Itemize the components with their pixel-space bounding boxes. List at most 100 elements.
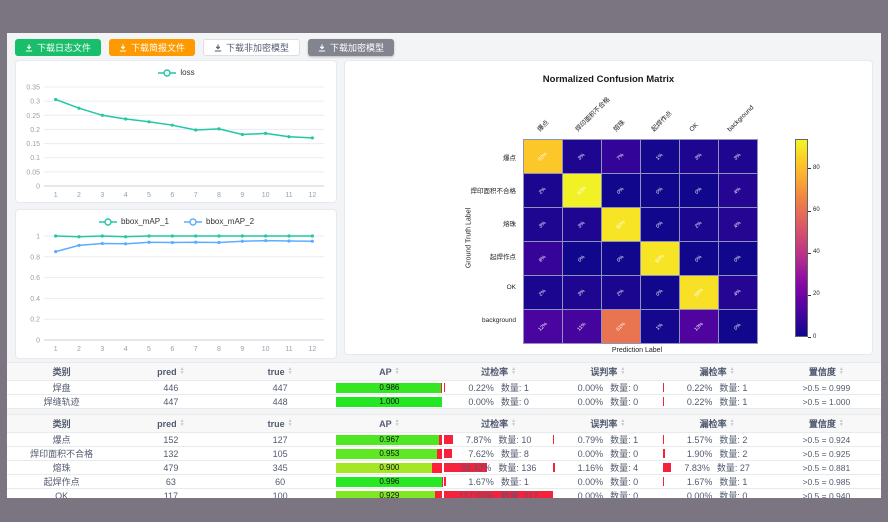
matrix-cell-value: 8% <box>538 254 547 263</box>
svg-text:2: 2 <box>77 346 81 353</box>
sort-icon[interactable]: ▲▼ <box>511 368 516 375</box>
col-header-ap[interactable]: AP▲▼ <box>335 415 444 432</box>
matrix-cell-value: 4% <box>733 186 742 195</box>
sort-icon[interactable]: ▲▼ <box>620 420 625 427</box>
cell-false-rate: 0.00%数量: 0 <box>553 381 662 394</box>
col-header-over[interactable]: 过检率▲▼ <box>444 415 553 432</box>
map-chart-card: bbox_mAP_1bbox_mAP_2 00.20.40.60.8112345… <box>15 209 337 359</box>
cell-over-rate: 117.00%数量: 117 <box>444 489 553 498</box>
legend-item-loss[interactable]: loss <box>157 68 194 78</box>
matrix-title: Normalized Confusion Matrix <box>345 74 872 85</box>
matrix-cell: 89% <box>680 276 718 309</box>
sort-icon[interactable]: ▲▼ <box>288 420 293 427</box>
svg-text:6: 6 <box>170 192 174 199</box>
colorbar-tick-label: 60 <box>813 207 820 213</box>
download-button-4[interactable]: 下载加密模型 <box>308 39 394 56</box>
legend-item-bbox_mAP_2[interactable]: bbox_mAP_2 <box>183 217 254 227</box>
sort-icon[interactable]: ▲▼ <box>395 368 400 375</box>
sort-icon[interactable]: ▲▼ <box>839 368 844 375</box>
svg-text:1: 1 <box>36 234 40 241</box>
cell-miss-rate: 7.83%数量: 27 <box>663 461 772 474</box>
matrix-cell: 0% <box>719 242 757 275</box>
sort-icon[interactable]: ▲▼ <box>180 420 185 427</box>
matrix-row-label: OK <box>345 284 516 291</box>
matrix-cell-value: 0% <box>733 322 742 331</box>
matrix-col-label: 爆点 <box>536 119 551 134</box>
col-header-mis[interactable]: 误判率▲▼ <box>553 415 662 432</box>
table-header-row: 类别pred▲▼true▲▼AP▲▼过检率▲▼误判率▲▼漏检率▲▼置信度▲▼ <box>7 363 881 381</box>
rate-count: 数量: 117 <box>501 489 538 498</box>
sort-icon[interactable]: ▲▼ <box>511 420 516 427</box>
cell-miss-rate: 1.67%数量: 1 <box>663 475 772 488</box>
col-header-ap[interactable]: AP▲▼ <box>335 363 444 380</box>
rate-count: 数量: 1 <box>610 433 638 446</box>
svg-text:6: 6 <box>170 346 174 353</box>
matrix-cell: 3% <box>524 208 562 241</box>
col-header-label: 类别 <box>53 417 71 430</box>
ap-bar: 0.929 <box>336 491 442 499</box>
rate-percent: 0.00% <box>578 383 604 393</box>
col-header-label: 置信度 <box>809 417 836 430</box>
matrix-row-label: 爆点 <box>345 152 516 162</box>
matrix-cell: 0% <box>641 174 679 207</box>
matrix-cell: 2% <box>602 276 640 309</box>
matrix-cell: 2% <box>680 208 718 241</box>
matrix-cell: 4% <box>719 174 757 207</box>
desktop-background: 下载日志文件下载简报文件下载非加密模型下载加密模型 loss 00.050.10… <box>0 0 888 522</box>
table-row: 爆点1521270.9677.87%数量: 100.79%数量: 11.57%数… <box>7 433 881 447</box>
col-header-mis[interactable]: 误判率▲▼ <box>553 363 662 380</box>
col-header-label: 误判率 <box>590 365 617 378</box>
map-chart-svg: 00.20.40.60.81123456789101112 <box>16 230 334 353</box>
sort-icon[interactable]: ▲▼ <box>730 368 735 375</box>
col-header-conf[interactable]: 置信度▲▼ <box>772 415 881 432</box>
rate-percent: 0.00% <box>578 477 604 487</box>
matrix-cell: 0% <box>641 276 679 309</box>
sort-icon[interactable]: ▲▼ <box>180 368 185 375</box>
rate-percent: 0.00% <box>687 491 713 499</box>
svg-text:7: 7 <box>194 192 198 199</box>
col-header-true[interactable]: true▲▼ <box>226 363 335 380</box>
ap-value: 0.953 <box>336 449 442 459</box>
colorbar-tick-label: 80 <box>813 165 820 171</box>
col-header-conf[interactable]: 置信度▲▼ <box>772 363 881 380</box>
col-header-label: 漏检率 <box>700 417 727 430</box>
download-button-3[interactable]: 下载非加密模型 <box>203 39 300 56</box>
matrix-cell: 3% <box>563 208 601 241</box>
left-chart-column: loss 00.050.10.150.20.250.30.35123456789… <box>15 60 337 355</box>
matrix-cell-value: 7% <box>616 152 625 161</box>
sort-icon[interactable]: ▲▼ <box>288 368 293 375</box>
toolbar: 下载日志文件下载简报文件下载非加密模型下载加密模型 <box>7 33 881 59</box>
loss-chart-svg: 00.050.10.150.20.250.30.3512345678910111… <box>16 81 334 199</box>
rate-count: 数量: 0 <box>719 489 747 498</box>
sort-icon[interactable]: ▲▼ <box>620 368 625 375</box>
svg-text:1: 1 <box>54 346 58 353</box>
download-button-1[interactable]: 下载日志文件 <box>15 39 101 56</box>
download-button-2[interactable]: 下载简报文件 <box>109 39 195 56</box>
col-header-pred[interactable]: pred▲▼ <box>116 363 225 380</box>
cell-ap: 0.986 <box>335 381 444 394</box>
rate-count: 数量: 8 <box>501 447 529 460</box>
col-header-miss[interactable]: 漏检率▲▼ <box>663 415 772 432</box>
cell-confidence: >0.5 = 0.985 <box>772 475 881 488</box>
cell-over-rate: 7.87%数量: 10 <box>444 433 553 446</box>
matrix-grid: 83%3%7%1%3%3%2%93%0%0%0%4%3%3%90%0%2%4%8… <box>523 139 758 344</box>
col-header-label: pred <box>157 419 177 429</box>
rate-percent: 0.22% <box>687 383 713 393</box>
matrix-cell: 2% <box>524 276 562 309</box>
rate-bar <box>663 463 672 472</box>
col-header-over[interactable]: 过检率▲▼ <box>444 363 553 380</box>
col-header-true[interactable]: true▲▼ <box>226 415 335 432</box>
rate-percent: 1.67% <box>468 477 494 487</box>
sort-icon[interactable]: ▲▼ <box>839 420 844 427</box>
rate-bar <box>663 435 665 444</box>
col-header-miss[interactable]: 漏检率▲▼ <box>663 363 772 380</box>
cell-true: 60 <box>226 475 335 488</box>
sort-icon[interactable]: ▲▼ <box>730 420 735 427</box>
col-header-label: true <box>268 419 285 429</box>
loss-chart-legend: loss <box>16 61 336 81</box>
rate-count: 数量: 1 <box>501 475 529 488</box>
sort-icon[interactable]: ▲▼ <box>395 420 400 427</box>
legend-item-bbox_mAP_1[interactable]: bbox_mAP_1 <box>98 217 169 227</box>
rate-count: 数量: 0 <box>610 447 638 460</box>
col-header-pred[interactable]: pred▲▼ <box>116 415 225 432</box>
